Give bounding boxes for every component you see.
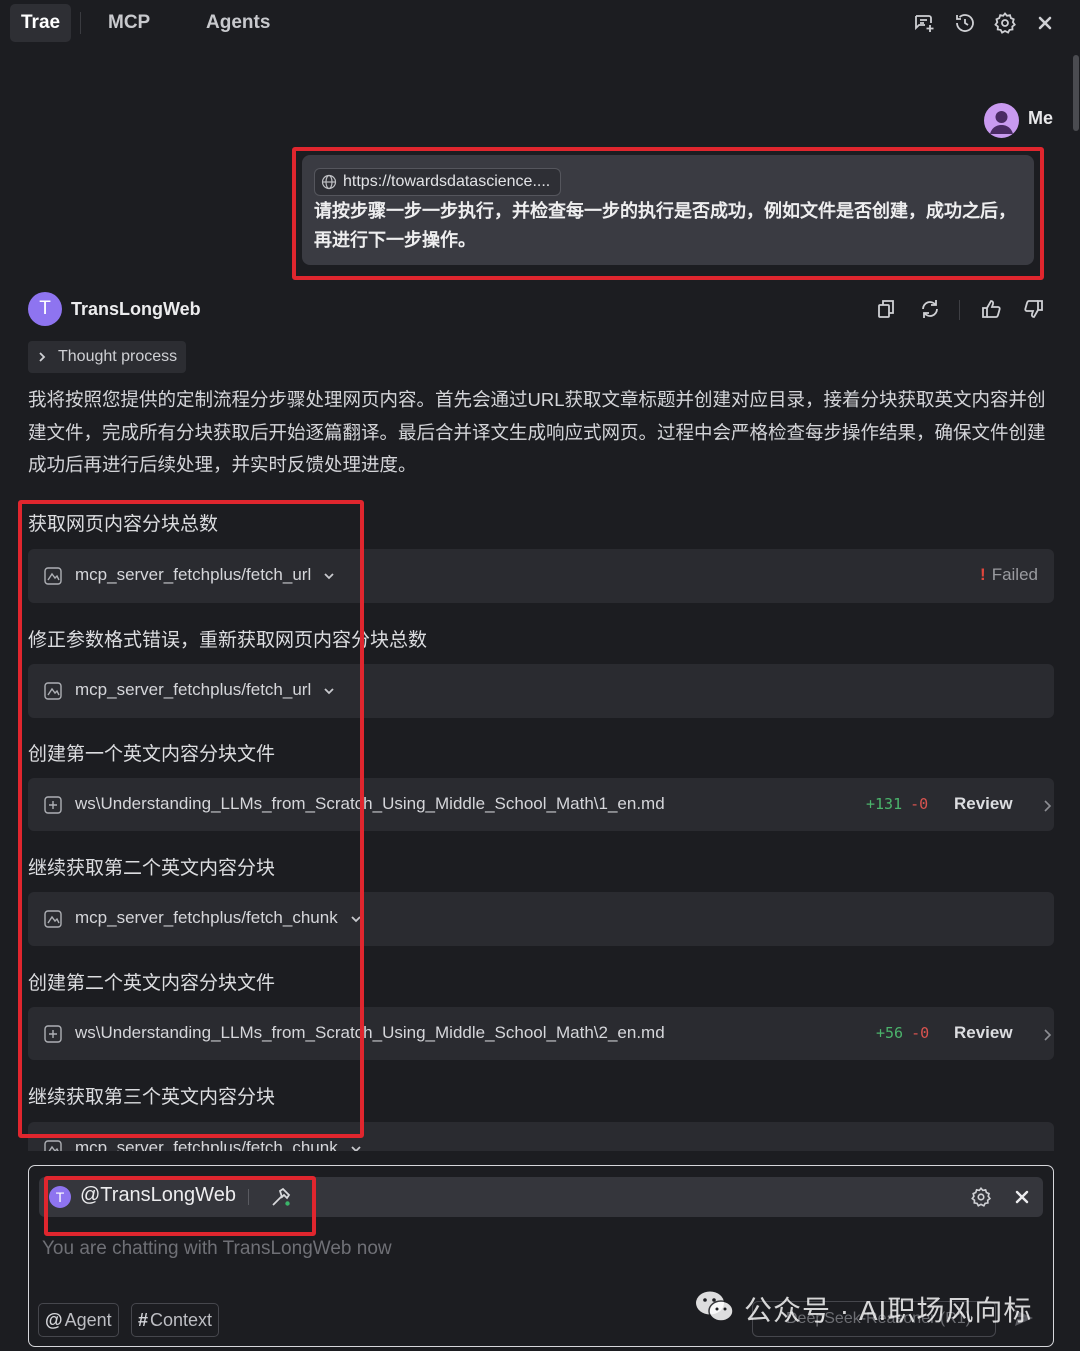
tool-call-name: mcp_server_fetchplus/fetch_chunk <box>75 908 338 927</box>
url-chip[interactable]: https://towardsdatascience.... <box>314 168 562 196</box>
lines-removed: -0 <box>910 795 929 813</box>
chevron-down-icon[interactable] <box>323 685 335 697</box>
chevron-down-icon[interactable] <box>350 913 362 925</box>
chat-input-placeholder[interactable]: You are chatting with TransLongWeb now <box>42 1238 392 1260</box>
agent-mention[interactable]: @TransLongWeb <box>80 1184 236 1207</box>
chevron-down-icon[interactable] <box>350 1143 362 1151</box>
lines-added: +131 <box>866 795 903 813</box>
tool-call-name: mcp_server_fetchplus/fetch_chunk <box>75 1138 338 1151</box>
chevron-right-icon <box>36 351 48 363</box>
file-change-card[interactable]: ws\Understanding_LLMs_from_Scratch_Using… <box>28 778 1054 831</box>
top-bar: Trae MCP Agents <box>0 0 1080 48</box>
agent-name: TransLongWeb <box>71 299 201 319</box>
file-change-card[interactable]: ws\Understanding_LLMs_from_Scratch_Using… <box>28 1007 1054 1060</box>
diff-stats: +131 -0 <box>866 795 928 813</box>
tool-call-card[interactable]: mcp_server_fetchplus/fetch_chunk <box>28 892 1054 946</box>
agent-avatar: T <box>28 292 62 326</box>
step-title: 创建第二个英文内容分块文件 <box>28 973 276 994</box>
history-icon[interactable] <box>953 11 977 35</box>
chevron-right-icon <box>1042 1029 1052 1041</box>
step-title: 修正参数格式错误，重新获取网页内容分块总数 <box>28 630 428 651</box>
chevron-down-icon[interactable] <box>323 570 335 582</box>
copy-icon[interactable] <box>874 297 898 321</box>
globe-icon <box>321 174 337 190</box>
watermark-text: 公众号 · AI职场风向标 <box>744 1295 1033 1326</box>
settings-icon[interactable] <box>993 11 1017 35</box>
mcp-tool-icon <box>43 566 63 586</box>
context-chip[interactable]: # Context <box>131 1303 220 1337</box>
file-add-icon <box>43 1024 63 1044</box>
file-path: ws\Understanding_LLMs_from_Scratch_Using… <box>75 794 665 813</box>
regenerate-icon[interactable] <box>918 297 942 321</box>
step-title: 创建第一个英文内容分块文件 <box>28 744 276 765</box>
mcp-tool-icon <box>43 1139 63 1151</box>
mcp-tool-icon <box>43 909 63 929</box>
tool-call-label: mcp_server_fetchplus/fetch_url <box>75 565 335 585</box>
hammer-icon[interactable] <box>270 1186 292 1208</box>
url-chip-label: https://towardsdatascience.... <box>343 173 551 190</box>
tab-trae[interactable]: Trae <box>10 4 72 42</box>
status-badge: ! Failed <box>980 565 1038 585</box>
tool-call-label: mcp_server_fetchplus/fetch_url <box>75 680 335 700</box>
tool-call-name: mcp_server_fetchplus/fetch_url <box>75 565 312 584</box>
agent-intro-text: 我将按照您提供的定制流程分步骤处理网页内容。首先会通过URL获取文章标题并创建对… <box>28 389 1046 475</box>
diff-stats: +56 -0 <box>876 1024 929 1042</box>
review-button[interactable]: Review <box>954 1023 1013 1043</box>
mcp-tool-icon <box>43 681 63 701</box>
thought-process-label: Thought process <box>58 348 178 365</box>
user-name: Me <box>1028 108 1054 128</box>
avatar <box>984 103 1019 138</box>
status-text: Failed <box>991 565 1038 584</box>
tab-divider <box>80 12 81 34</box>
user-message-text: 请按步骤一步一步执行，并检查每一步的执行是否成功，例如文件是否创建，成功之后，再… <box>314 201 1016 250</box>
tab-mcp[interactable]: MCP <box>108 4 150 42</box>
review-button[interactable]: Review <box>954 794 1013 814</box>
lines-added: +56 <box>876 1024 904 1042</box>
tool-call-card-clip: mcp_server_fetchplus/fetch_chunk <box>28 1122 1054 1151</box>
agent-chip[interactable]: @ Agent <box>38 1303 119 1337</box>
action-divider <box>959 300 960 320</box>
agent-settings-icon[interactable] <box>970 1186 992 1208</box>
step-title: 继续获取第二个英文内容分块 <box>28 858 276 879</box>
file-add-icon <box>43 795 63 815</box>
thumbs-down-icon[interactable] <box>1022 297 1046 321</box>
remove-agent-icon[interactable] <box>1013 1188 1031 1206</box>
context-chip-label: Context <box>150 1310 213 1330</box>
tab-agents[interactable]: Agents <box>206 4 270 42</box>
tool-call-label: mcp_server_fetchplus/fetch_chunk <box>75 908 362 928</box>
lines-removed: -0 <box>911 1024 930 1042</box>
close-icon[interactable] <box>1035 13 1055 33</box>
error-icon: ! <box>980 565 986 584</box>
wechat-icon <box>694 1289 736 1325</box>
step-title: 获取网页内容分块总数 <box>28 514 219 535</box>
at-icon: @ <box>45 1310 63 1330</box>
thought-process-toggle[interactable]: Thought process <box>28 341 187 373</box>
tool-call-label: mcp_server_fetchplus/fetch_chunk <box>75 1138 362 1151</box>
agent-avatar: T <box>49 1186 71 1208</box>
file-path: ws\Understanding_LLMs_from_Scratch_Using… <box>75 1023 665 1042</box>
mention-divider <box>248 1189 249 1205</box>
new-chat-icon[interactable] <box>912 11 936 35</box>
agent-chip-label: Agent <box>64 1310 112 1330</box>
user-message-bubble: https://towardsdatascience.... 请按步骤一步一步执… <box>302 155 1034 265</box>
step-title: 继续获取第三个英文内容分块 <box>28 1087 276 1108</box>
scrollbar[interactable] <box>1073 55 1079 131</box>
chevron-right-icon <box>1042 800 1052 812</box>
tool-call-card[interactable]: mcp_server_fetchplus/fetch_chunk <box>28 1122 1054 1151</box>
tool-call-card[interactable]: mcp_server_fetchplus/fetch_url ! Failed <box>28 549 1054 603</box>
thumbs-up-icon[interactable] <box>979 297 1003 321</box>
hash-icon: # <box>138 1310 149 1330</box>
tool-call-card[interactable]: mcp_server_fetchplus/fetch_url <box>28 664 1054 718</box>
tool-call-name: mcp_server_fetchplus/fetch_url <box>75 680 312 699</box>
